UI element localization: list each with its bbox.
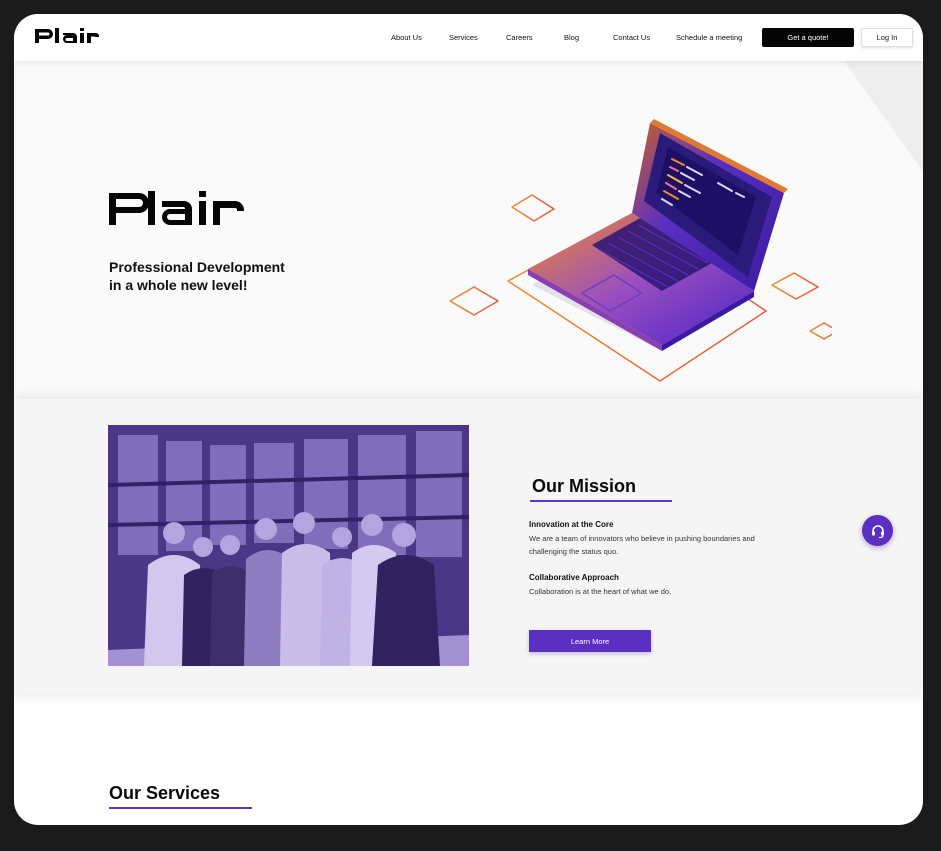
nav-schedule-meeting[interactable]: Schedule a meeting	[676, 33, 742, 42]
mission-item-title: Innovation at the Core	[529, 520, 614, 529]
tagline-line-1: Professional Development	[109, 259, 285, 275]
browser-frame: About Us Services Careers Blog Contact U…	[14, 14, 923, 825]
site-header: About Us Services Careers Blog Contact U…	[14, 14, 923, 61]
tagline-line-2: in a whole new level!	[109, 277, 248, 293]
nav-about-us[interactable]: About Us	[391, 33, 422, 42]
hero-tagline: Professional Development in a whole new …	[109, 258, 285, 294]
get-quote-button[interactable]: Get a quote!	[762, 28, 854, 47]
team-photo	[108, 425, 469, 666]
plair-hero-logo	[109, 191, 244, 225]
chat-support-button[interactable]	[862, 515, 893, 546]
login-button[interactable]: Log In	[861, 28, 913, 47]
nav-services[interactable]: Services	[449, 33, 478, 42]
laptop-illustration	[449, 119, 832, 382]
mission-section: Our Mission Innovation at the Core We ar…	[14, 399, 923, 694]
mission-item-text: Collaboration is at the heart of what we…	[529, 587, 672, 596]
services-title: Our Services	[109, 783, 221, 803]
plair-logo[interactable]	[34, 25, 100, 47]
mission-title-underline	[530, 500, 672, 502]
hero-section: Professional Development in a whole new …	[14, 61, 923, 399]
decorative-shape	[844, 61, 923, 172]
mission-item-title: Collaborative Approach	[529, 573, 619, 582]
mission-item-text: We are a team of innovators who believe …	[529, 534, 755, 556]
nav-careers[interactable]: Careers	[506, 33, 533, 42]
mission-title: Our Mission	[532, 476, 637, 496]
services-title-underline	[109, 807, 252, 809]
nav-contact-us[interactable]: Contact Us	[613, 33, 650, 42]
learn-more-button[interactable]: Learn More	[529, 630, 651, 652]
headset-icon	[871, 524, 884, 538]
nav-blog[interactable]: Blog	[564, 33, 579, 42]
